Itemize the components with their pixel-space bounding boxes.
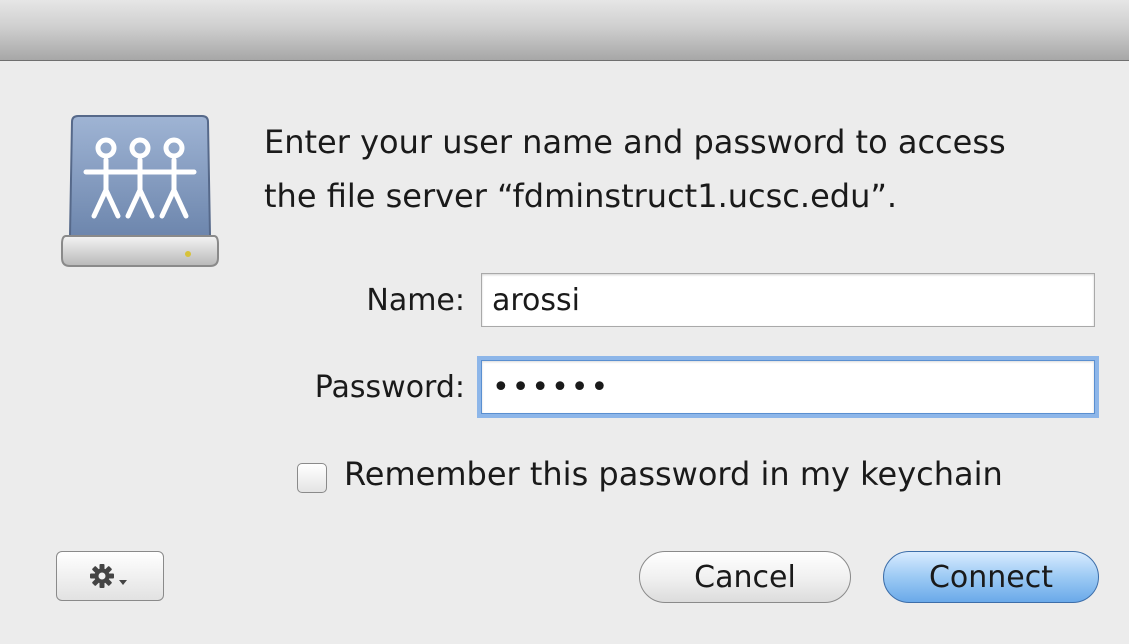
gear-icon [90, 564, 127, 588]
name-label: Name: [366, 283, 465, 318]
password-label: Password: [314, 370, 465, 405]
action-menu-button[interactable] [56, 551, 164, 601]
cancel-button[interactable]: Cancel [639, 551, 851, 603]
remember-password-label[interactable]: Remember this password in my keychain [344, 455, 1003, 493]
network-file-server-icon [58, 112, 222, 282]
message-line-2: the file server “fdminstruct1.ucsc.edu”. [264, 177, 898, 215]
message-line-1: Enter your user name and password to acc… [264, 123, 1006, 161]
remember-password-checkbox[interactable] [297, 463, 327, 493]
connect-button[interactable]: Connect [883, 551, 1099, 603]
chevron-down-icon [119, 580, 127, 585]
dialog-message: Enter your user name and password to acc… [264, 115, 1084, 223]
password-field[interactable] [481, 360, 1095, 414]
name-field[interactable] [481, 273, 1095, 327]
window-title-bar[interactable] [0, 0, 1129, 61]
